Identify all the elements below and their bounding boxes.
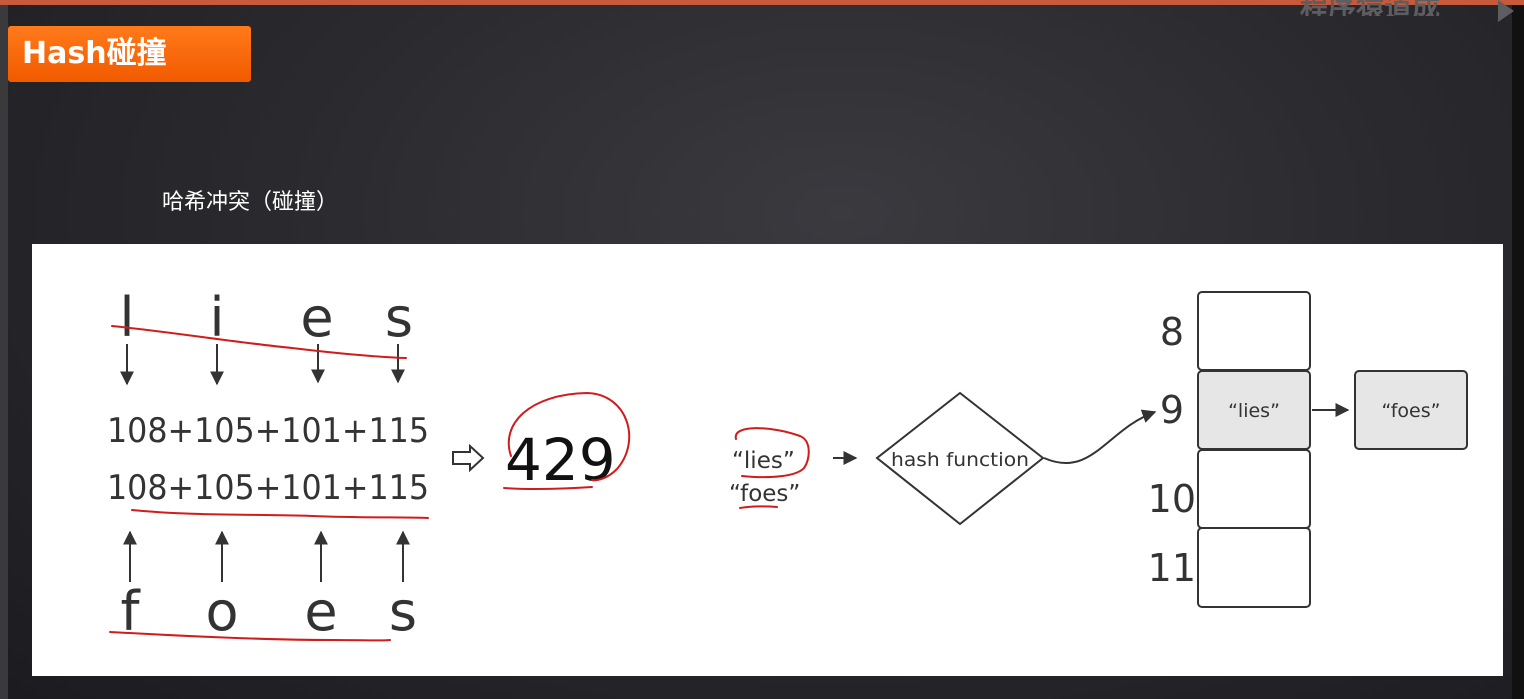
bucket-index: 10: [1148, 477, 1196, 521]
annotation-underline: [109, 631, 391, 642]
watermark: 程序猿道成: [1300, 0, 1480, 16]
hash-function-label: hash function: [891, 449, 1029, 471]
slide-subtitle: 哈希冲突（碰撞）: [162, 190, 339, 215]
sum-line-1: 108+105+101+115: [107, 411, 429, 451]
bucket-cell: [1197, 449, 1311, 529]
word2-letter: o: [205, 580, 238, 643]
bucket-entry-lies: “lies”: [1228, 400, 1280, 422]
bucket-cell: [1197, 527, 1311, 608]
annotation-underline: [739, 505, 778, 509]
input-key-foes: “foes”: [729, 481, 800, 507]
hollow-arrow-icon: [452, 443, 485, 473]
word2-letter: e: [304, 580, 337, 643]
left-edge: [0, 5, 8, 699]
bucket-cell: [1197, 291, 1311, 371]
hash-output-arrow: [1043, 409, 1157, 465]
annotation-underline: [131, 509, 429, 519]
chained-entry-foes: “foes”: [1382, 400, 1441, 422]
word1-letter: l: [119, 286, 134, 349]
diagram-panel: l i e s 108+105+101+115 108+105+101+115 …: [32, 244, 1503, 676]
bucket-index: 8: [1160, 310, 1184, 354]
word2-letter: s: [389, 580, 417, 643]
sum-line-2: 108+105+101+115: [107, 468, 429, 508]
hash-collision-diagram: l i e s 108+105+101+115 108+105+101+115 …: [107, 286, 1468, 643]
annotation-underline: [111, 325, 407, 359]
sum-result: 429: [505, 426, 616, 494]
slide-title: Hash碰撞: [8, 26, 251, 82]
input-key-lies: “lies”: [732, 448, 795, 474]
right-edge: [1512, 5, 1524, 699]
bucket-index: 11: [1148, 546, 1196, 590]
bucket-index: 9: [1160, 388, 1184, 432]
word1-letter: e: [300, 286, 333, 349]
word1-letter: s: [385, 286, 413, 349]
play-icon: [1498, 0, 1514, 22]
